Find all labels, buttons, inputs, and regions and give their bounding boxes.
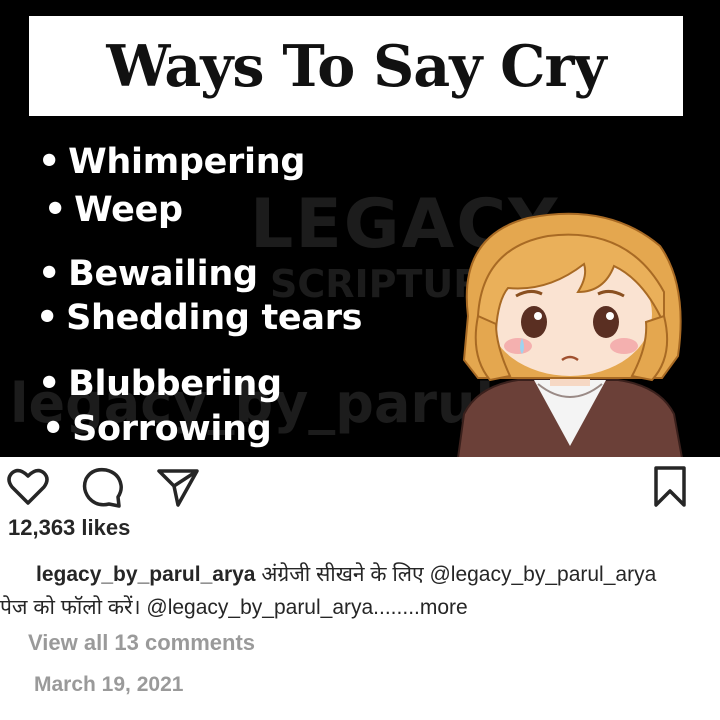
bullet-item: • Bewailing — [38, 254, 258, 294]
bullet-item: • Blubbering — [38, 364, 282, 404]
post-date: March 19, 2021 — [34, 673, 184, 696]
more-link[interactable]: more — [420, 596, 468, 619]
bullet-item: • Sorrowing — [42, 409, 272, 449]
view-comments-link[interactable]: View all 13 comments — [28, 630, 255, 656]
post-image[interactable]: LEGACY SCRIPTURE legacy_by_parul_arya Wa… — [0, 0, 720, 457]
post-title-box: Ways To Say Cry — [29, 16, 683, 116]
post-caption: legacy_by_parul_arya अंग्रेजी सीखने के ल… — [0, 558, 712, 624]
post-actions-bar — [0, 457, 720, 515]
comment-icon[interactable] — [82, 467, 124, 509]
caption-text-line2: पेज को फॉलो करें। @legacy_by_parul_arya.… — [0, 596, 420, 619]
crying-girl-illustration — [457, 212, 683, 457]
caption-line-1: legacy_by_parul_arya अंग्रेजी सीखने के ल… — [36, 558, 712, 591]
caption-line-2: पेज को फॉलो करें। @legacy_by_parul_arya.… — [0, 591, 712, 624]
heart-icon[interactable] — [6, 467, 50, 507]
bullet-item: • Whimpering — [38, 142, 306, 182]
bullet-item: • Shedding tears — [36, 298, 363, 338]
caption-username[interactable]: legacy_by_parul_arya — [36, 563, 255, 586]
likes-count[interactable]: 12,363 likes — [8, 515, 130, 541]
bookmark-icon[interactable] — [652, 465, 688, 509]
bullet-item: • Weep — [44, 190, 183, 230]
send-icon[interactable] — [156, 467, 200, 509]
caption-text-line1: अंग्रेजी सीखने के लिए @legacy_by_parul_a… — [261, 563, 657, 586]
post-title: Ways To Say Cry — [106, 32, 606, 100]
